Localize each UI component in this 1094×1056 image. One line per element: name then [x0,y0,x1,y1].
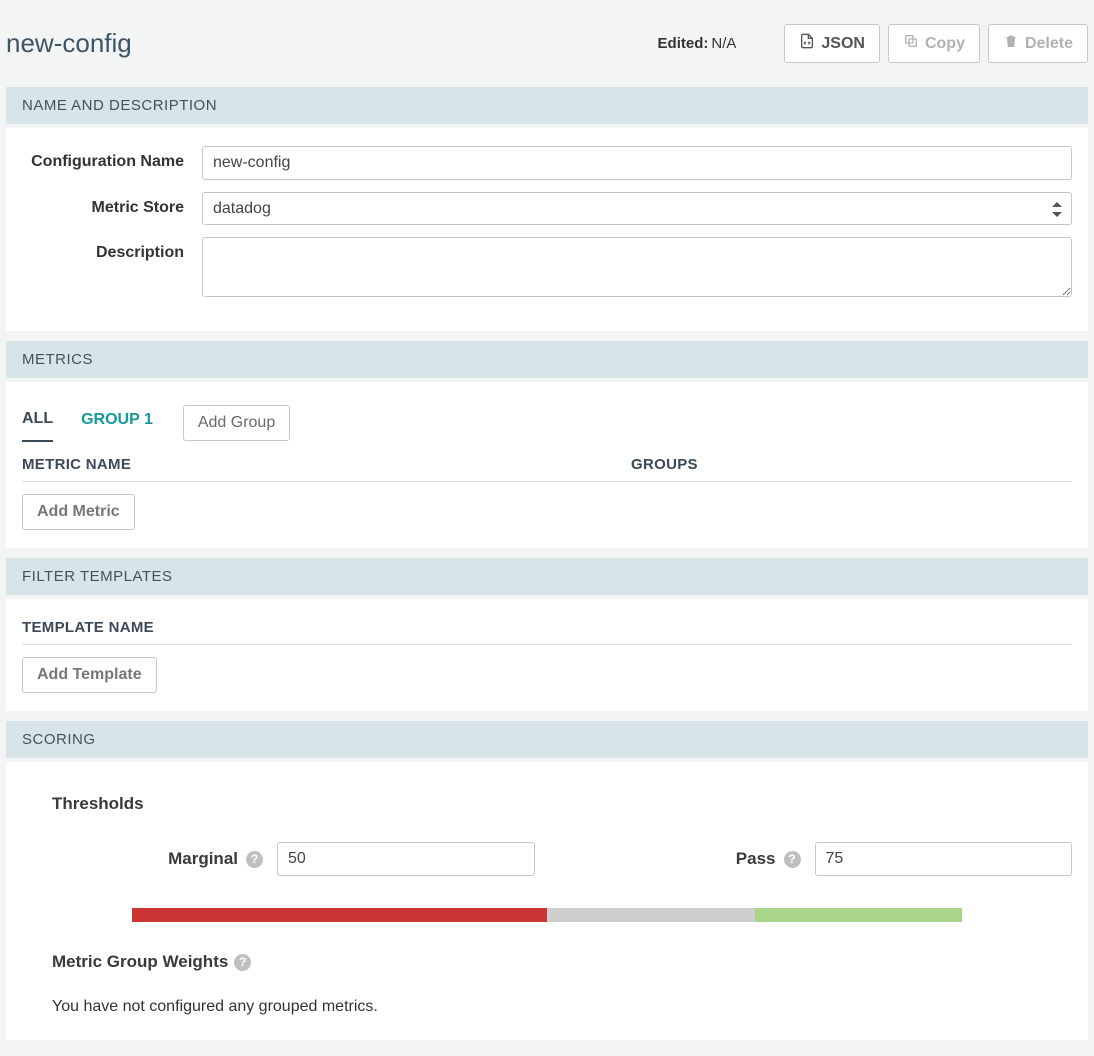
panel-metrics: ALL GROUP 1 Add Group METRIC NAME GROUPS… [6,382,1088,548]
tab-group-1[interactable]: GROUP 1 [81,405,153,441]
metric-store-select[interactable]: datadog [202,192,1072,225]
edited-label: Edited: [658,35,709,52]
metrics-table-head: METRIC NAME GROUPS [22,456,1072,482]
json-button-label: JSON [821,35,865,53]
copy-icon [903,33,919,54]
help-icon[interactable]: ? [246,851,263,868]
edited-value: N/A [711,35,736,52]
section-header-scoring: SCORING [6,721,1088,758]
metrics-tabs: ALL GROUP 1 Add Group [22,400,1072,442]
page-header: new-config Edited: N/A JSON Copy Delete [6,6,1088,77]
col-template-name: TEMPLATE NAME [22,619,154,636]
config-name-input[interactable] [202,146,1072,180]
help-icon[interactable]: ? [234,954,251,971]
thresholds-row: Marginal ? Pass ? [22,842,1072,876]
tab-all[interactable]: ALL [22,404,53,442]
help-icon[interactable]: ? [784,851,801,868]
add-metric-button[interactable]: Add Metric [22,494,135,530]
config-name-label: Configuration Name [22,146,202,172]
pass-input[interactable] [815,842,1073,876]
panel-filter-templates: TEMPLATE NAME Add Template [6,599,1088,711]
section-header-metrics: METRICS [6,341,1088,378]
add-group-button[interactable]: Add Group [183,405,290,441]
page-title: new-config [6,28,132,59]
col-metric-name: METRIC NAME [22,456,631,473]
bar-segment-fail [132,908,547,922]
metric-group-weights-title: Metric Group Weights ? [52,952,1072,972]
col-groups: GROUPS [631,456,1072,473]
description-label: Description [22,237,202,263]
file-code-icon [799,33,815,54]
section-header-name-desc: NAME AND DESCRIPTION [6,87,1088,124]
trash-icon [1003,33,1019,54]
copy-button[interactable]: Copy [888,24,980,63]
pass-label: Pass [736,849,776,869]
templates-table-head: TEMPLATE NAME [22,619,1072,645]
metric-group-weights-empty: You have not configured any grouped metr… [52,998,1072,1016]
copy-button-label: Copy [925,35,965,53]
threshold-bar [132,908,962,922]
add-template-button[interactable]: Add Template [22,657,157,693]
marginal-label: Marginal [168,849,238,869]
delete-button-label: Delete [1025,35,1073,53]
marginal-input[interactable] [277,842,535,876]
description-textarea[interactable] [202,237,1072,297]
panel-name-desc: Configuration Name Metric Store datadog … [6,128,1088,331]
metric-group-weights-label: Metric Group Weights [52,952,228,972]
delete-button[interactable]: Delete [988,24,1088,63]
panel-scoring: Thresholds Marginal ? Pass ? Metric Grou… [6,762,1088,1040]
bar-segment-marginal [547,908,755,922]
json-button[interactable]: JSON [784,24,880,63]
thresholds-title: Thresholds [52,794,1072,814]
metric-store-label: Metric Store [22,192,202,218]
bar-segment-pass [755,908,963,922]
section-header-filter-templates: FILTER TEMPLATES [6,558,1088,595]
